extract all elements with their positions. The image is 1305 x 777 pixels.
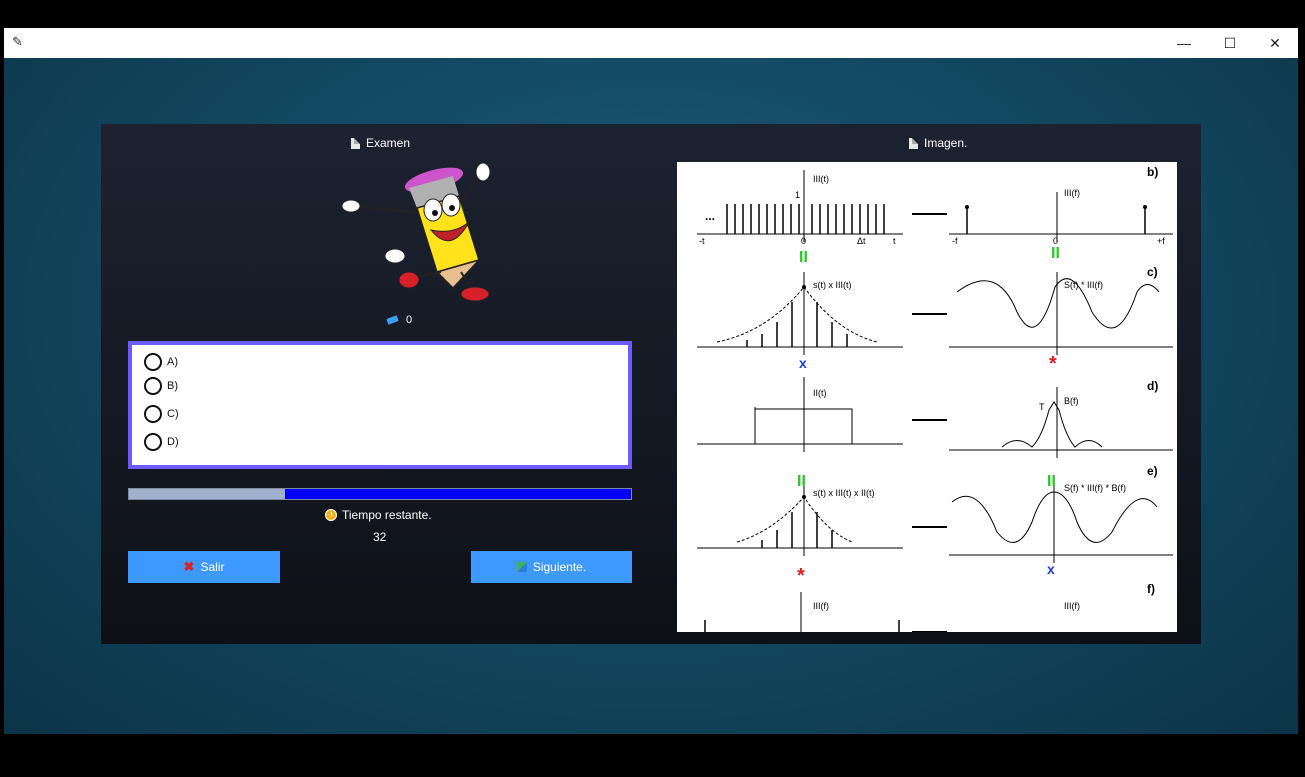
timer-label: Tiempo restante. [325,508,432,522]
axis-neg-t: -t [699,236,705,246]
document-icon [909,137,918,149]
radio-button[interactable] [144,405,162,423]
radio-button[interactable] [144,377,162,395]
dots-left: ... [705,209,715,223]
axis-delta-t: Δt [857,236,866,246]
option-label: C) [167,408,179,420]
label-c-left: s(t) x III(t) [813,280,852,290]
label-d-left: II(t) [813,388,827,398]
exam-panel: Examen 0 A) B) C) D) Tiempo restante. 32… [101,124,1201,644]
eraser-icon [386,315,399,325]
option-b[interactable]: B) [144,377,178,395]
question-image: b) c) d) e) f) III(t) III(f) 1 s(t) x II… [677,162,1177,632]
axis-pos-t: t [893,236,896,246]
label-T: T [1039,402,1045,412]
app-window: ✎ — ☐ ✕ Examen 0 A) B) C) D) Tiempo rest… [4,28,1298,734]
option-c[interactable]: C) [144,405,179,423]
pencil-app-icon: ✎ [12,34,23,49]
convolution-star: * [797,565,805,587]
minimize-button[interactable]: — [1161,28,1207,58]
option-label: D) [167,436,179,448]
axis-zero: 0 [801,236,806,246]
exam-header: Examen [351,136,410,150]
close-x-icon: ✖ [183,559,195,574]
row-label-b: b) [1147,165,1158,179]
timer-label-text: Tiempo restante. [342,508,432,522]
label-f-right: III(f) [1064,601,1080,611]
time-progress-bar [128,488,632,500]
option-a[interactable]: A) [144,353,178,371]
title-bar: ✎ — ☐ ✕ [4,28,1298,58]
answer-options: A) B) C) D) [128,341,632,469]
label-c-right: S(f) * III(f) [1064,280,1103,290]
timer-value: 32 [373,530,387,544]
exit-button[interactable]: ✖ Salir [128,551,280,583]
row-label-c: c) [1147,265,1158,279]
label-e-right: S(f) * III(f) * B(f) [1064,483,1126,493]
radio-button[interactable] [144,433,162,451]
next-button-label: Siguiente. [532,560,587,574]
score-value: 0 [406,314,413,326]
label-b-right: III(f) [1064,188,1080,198]
clock-icon [325,509,337,521]
pencil-mascot-image [341,162,491,302]
option-label: A) [167,356,178,368]
equals-mark: II [797,473,806,490]
label-f-left: III(f) [813,601,829,611]
equals-mark: II [1047,473,1056,490]
maximize-button[interactable]: ☐ [1207,28,1253,58]
row-label-d: d) [1147,379,1158,393]
label-one: 1 [795,190,800,200]
exam-title: Examen [366,136,411,150]
radio-button[interactable] [144,353,162,371]
multiply-cross: x [1047,561,1055,577]
axis-neg-f: -f [952,236,958,246]
row-label-f: f) [1147,582,1155,596]
multiply-cross: x [799,355,807,371]
equals-mark: II [799,249,808,266]
option-label: B) [167,380,178,392]
close-button[interactable]: ✕ [1252,28,1298,58]
axis-pos-f: +f [1157,236,1165,246]
sampling-diagram: b) c) d) e) f) III(t) III(f) 1 s(t) x II… [697,165,1173,632]
equals-mark: II [1051,245,1060,262]
convolution-star: * [1049,353,1057,375]
row-label-e: e) [1147,464,1158,478]
score-display: 0 [386,314,413,326]
label-b-left: III(t) [813,174,829,184]
exit-button-label: Salir [200,560,225,574]
option-d[interactable]: D) [144,433,179,451]
next-button[interactable]: Siguiente. [471,551,632,583]
document-icon [351,137,360,149]
label-d-right: B(f) [1064,396,1079,406]
label-e-left: s(t) x III(t) x II(t) [813,488,875,498]
image-header: Imagen. [909,136,967,150]
next-arrow-icon [516,562,527,572]
image-title: Imagen. [924,136,968,150]
progress-fill [129,489,285,499]
